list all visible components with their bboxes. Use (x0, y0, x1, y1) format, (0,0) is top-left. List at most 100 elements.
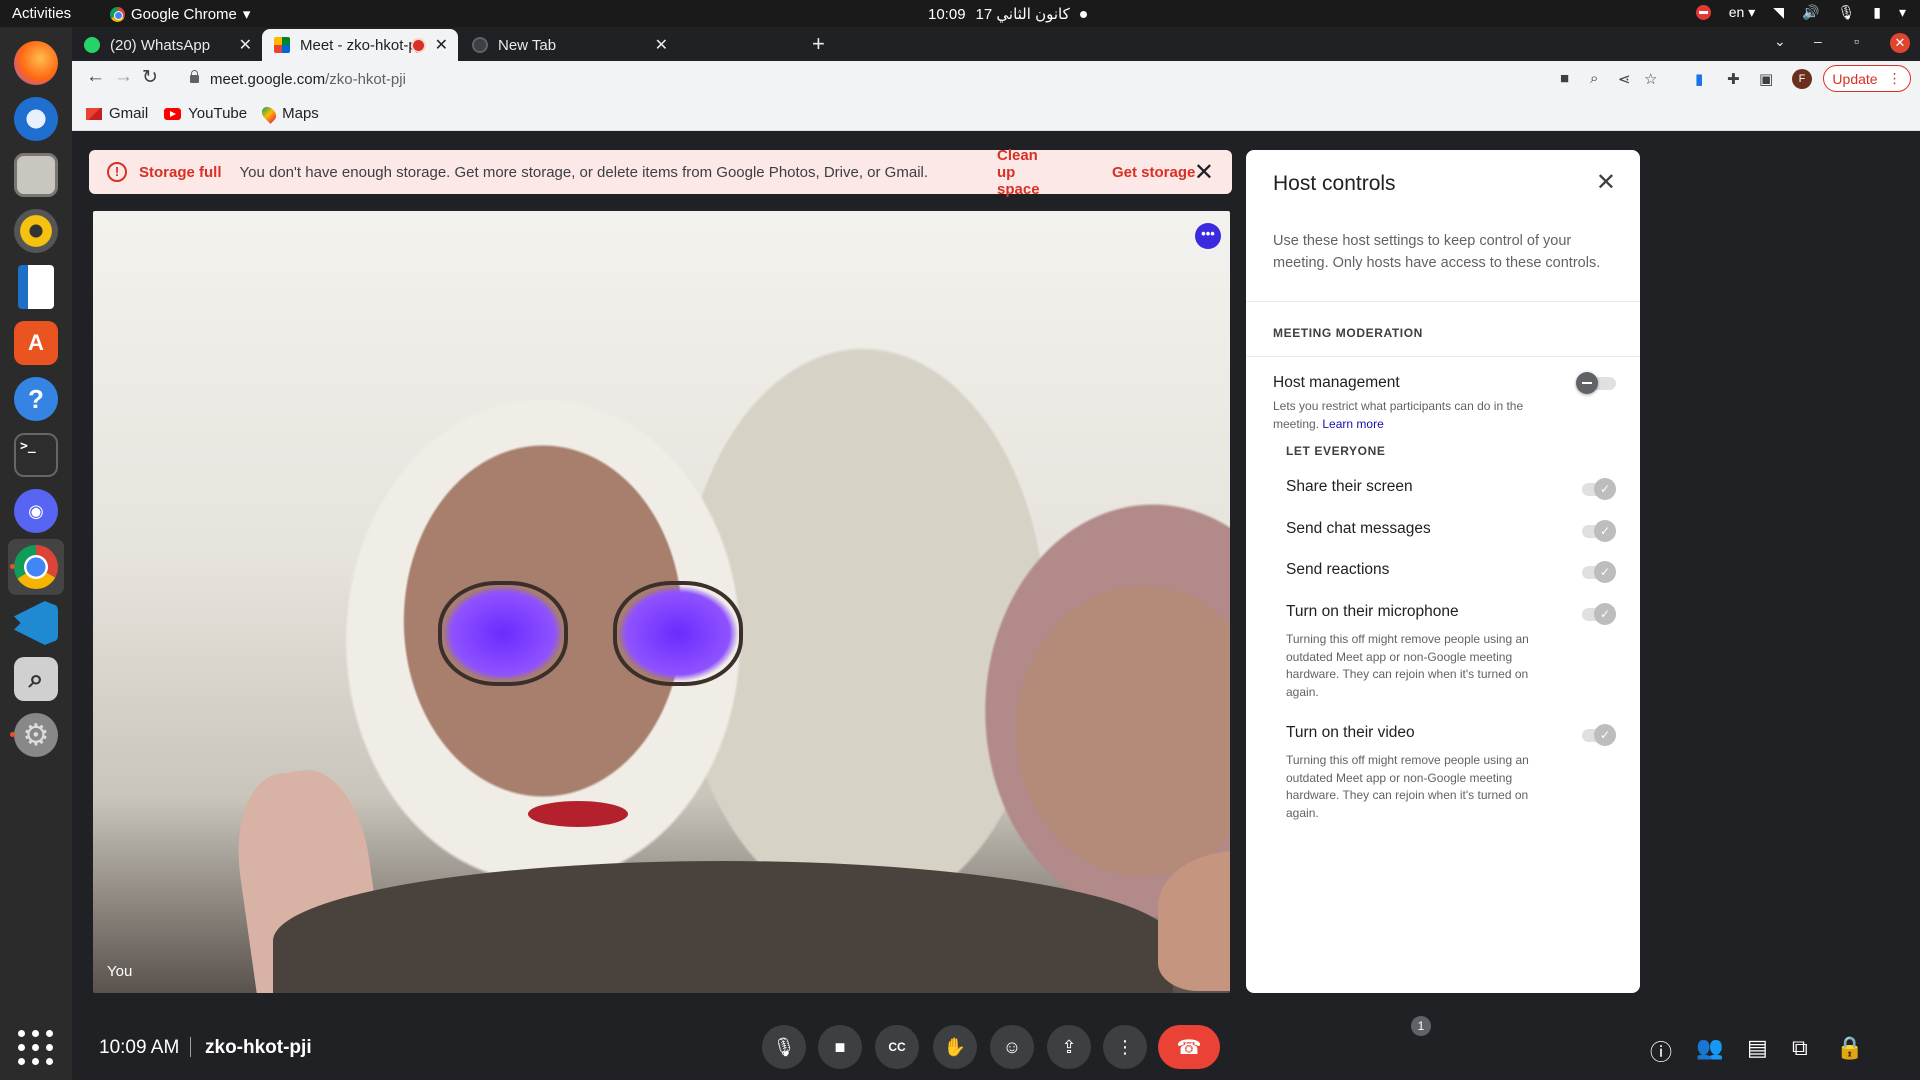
host-management-subtitle-text: Lets you restrict what participants can … (1273, 399, 1524, 431)
close-tab-icon[interactable]: ✕ (435, 35, 448, 55)
system-tray[interactable]: en ▾ ◥ 🔊 🎙 ▮ ▾ (1695, 4, 1906, 21)
chrome-icon (110, 6, 125, 22)
chat-icon: ▤ (1747, 1035, 1768, 1060)
more-options-icon[interactable]: ••• (1195, 223, 1221, 249)
tab-label: Meet - zko-hkot-pji (300, 36, 424, 54)
dock-libreoffice-writer[interactable] (8, 259, 64, 315)
close-icon[interactable]: ✕ (1596, 168, 1616, 197)
send-reactions-toggle[interactable]: ✓ (1576, 561, 1618, 583)
activities-button[interactable]: ⧉ (1792, 1035, 1808, 1061)
hand-icon: ✋ (943, 1036, 967, 1057)
extensions-puzzle-icon[interactable]: ✚ (1727, 70, 1740, 88)
close-window-button[interactable]: ✕ (1890, 33, 1910, 53)
dock-firefox[interactable] (8, 35, 64, 91)
app-menu[interactable]: Google Chrome ▾ (110, 5, 250, 23)
side-panel-icon[interactable]: ▣ (1759, 70, 1773, 88)
checkmark-icon: ✓ (1594, 478, 1616, 500)
bookmark-youtube[interactable]: YouTube (164, 105, 247, 122)
dock-vscode[interactable] (8, 595, 64, 651)
microphone-button[interactable]: 🎙 (762, 1025, 806, 1069)
close-tab-icon[interactable]: ✕ (655, 35, 668, 55)
url-domain: meet.google.com (210, 70, 326, 88)
gmail-icon (86, 107, 102, 120)
host-controls-button[interactable]: 🔒 (1836, 1035, 1863, 1061)
show-applications-icon[interactable] (18, 1030, 54, 1066)
firefox-icon (14, 41, 58, 85)
bookmark-gmail[interactable]: Gmail (86, 105, 148, 122)
dock-files[interactable] (8, 147, 64, 203)
video-hand-detail (1158, 851, 1230, 991)
close-tab-icon[interactable]: ✕ (239, 35, 252, 55)
reactions-button[interactable]: ☺ (990, 1025, 1034, 1069)
language-indicator[interactable]: en ▾ (1729, 4, 1756, 21)
tab-whatsapp[interactable]: (20) WhatsApp ✕ (72, 29, 262, 61)
present-button[interactable]: ⇪ (1047, 1025, 1091, 1069)
more-vertical-icon: ⋮ (1887, 70, 1902, 86)
dock-terminal[interactable]: >_ (8, 427, 64, 483)
send-chat-toggle[interactable]: ✓ (1576, 520, 1618, 542)
writer-icon (18, 265, 54, 309)
dock-settings[interactable]: ⚙ (8, 707, 64, 763)
checkmark-icon: ✓ (1594, 724, 1616, 746)
leave-call-button[interactable]: ☎ (1158, 1025, 1220, 1069)
activities-button[interactable]: Activities (12, 5, 71, 22)
learn-more-link[interactable]: Learn more (1322, 417, 1383, 431)
bookmarks-bar: Gmail YouTube Maps (72, 97, 1920, 131)
raise-hand-button[interactable]: ✋ (933, 1025, 977, 1069)
forward-button[interactable]: → (114, 66, 133, 88)
dock-thunderbird[interactable] (8, 91, 64, 147)
reload-button[interactable]: ↻ (142, 66, 158, 89)
new-tab-button[interactable]: + (812, 31, 825, 57)
self-video-tile[interactable]: You ••• (93, 211, 1230, 993)
minimize-button[interactable]: – (1814, 33, 1822, 49)
whatsapp-icon (84, 37, 100, 53)
thunderbird-icon (14, 97, 58, 141)
clock-date: 17 كانون الثاني (975, 6, 1070, 23)
section-meeting-moderation: MEETING MODERATION (1273, 326, 1423, 340)
maximize-button[interactable]: ▫ (1854, 33, 1859, 49)
help-icon: ? (14, 377, 58, 421)
dock-chrome[interactable] (8, 539, 64, 595)
camera-button[interactable]: ■ (818, 1025, 862, 1069)
back-button[interactable]: ← (86, 66, 105, 88)
files-icon (14, 153, 58, 197)
permission-reactions-title: Send reactions (1286, 561, 1390, 578)
meeting-details-button[interactable]: ⓘ (1650, 1035, 1672, 1067)
bookmark-maps[interactable]: Maps (259, 103, 319, 124)
toggle-minus-icon (1576, 372, 1598, 394)
app-menu-label: Google Chrome (131, 5, 237, 23)
captions-button[interactable]: CC (875, 1025, 919, 1069)
update-button[interactable]: Update ⋮ (1823, 65, 1911, 92)
url-path: /zko-hkot-pji (325, 70, 406, 88)
get-storage-button[interactable]: Get storage (1112, 164, 1195, 181)
system-clock[interactable]: 10:09 17 كانون الثاني (928, 5, 1087, 23)
dock-software[interactable]: A (8, 315, 64, 371)
zoom-icon[interactable]: ⌕ (1590, 70, 1598, 87)
camera-in-use-icon[interactable]: ■ (1560, 70, 1569, 87)
extension-translate-icon[interactable]: ▮ (1695, 70, 1703, 88)
tab-search-chevron-icon[interactable]: ⌄ (1774, 33, 1786, 50)
more-options-button[interactable]: ⋮ (1103, 1025, 1147, 1069)
tab-new-tab[interactable]: New Tab ✕ (460, 29, 678, 61)
glasses-left-lens (438, 581, 568, 686)
share-icon[interactable]: ⋖ (1618, 70, 1631, 88)
close-icon[interactable]: ✕ (1194, 158, 1214, 187)
host-management-toggle[interactable] (1576, 372, 1618, 394)
video-toggle[interactable]: ✓ (1576, 724, 1618, 746)
tab-meet[interactable]: Meet - zko-hkot-pji ✕ (262, 29, 458, 61)
address-bar[interactable]: meet.google.com/zko-hkot-pji (178, 64, 1630, 94)
banner-title: Storage full (139, 163, 222, 181)
dock-rhythmbox[interactable] (8, 203, 64, 259)
meet-icon (274, 37, 290, 53)
dock-help[interactable]: ? (8, 371, 64, 427)
dock-magnifier[interactable]: ⌕ (8, 651, 64, 707)
chat-button[interactable]: ▤ (1747, 1035, 1768, 1061)
dock-discord[interactable]: ◉ (8, 483, 64, 539)
microphone-toggle[interactable]: ✓ (1576, 603, 1618, 625)
share-screen-toggle[interactable]: ✓ (1576, 478, 1618, 500)
people-button[interactable]: 👥 (1696, 1035, 1723, 1061)
profile-avatar[interactable]: F (1792, 69, 1812, 89)
meeting-control-bar: 10:09 AM zko-hkot-pji 🎙 ■ CC ✋ ☺ ⇪ ⋮ ☎ ⓘ… (72, 993, 1920, 1080)
bookmark-star-icon[interactable]: ☆ (1644, 70, 1657, 88)
clean-up-space-button[interactable]: Clean up space (997, 147, 1040, 198)
